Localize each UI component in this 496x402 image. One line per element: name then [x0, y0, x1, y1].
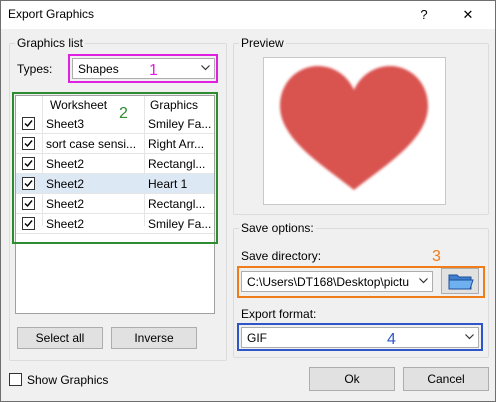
annotation-box-3	[237, 266, 485, 298]
preview-group-label: Preview	[239, 36, 286, 50]
annotation-number-4: 4	[387, 331, 396, 348]
ok-button[interactable]: Ok	[309, 367, 395, 391]
dialog-title: Export Graphics	[8, 7, 95, 21]
types-label: Types:	[17, 62, 53, 76]
graphics-list-group-label: Graphics list	[15, 36, 86, 50]
show-graphics-label: Show Graphics	[27, 373, 109, 387]
show-graphics-checkbox[interactable]	[9, 373, 22, 386]
annotation-number-3: 3	[432, 248, 441, 265]
close-button[interactable]: ✕	[453, 4, 483, 26]
annotation-number-2: 2	[119, 105, 128, 122]
save-options-group-label: Save options:	[239, 221, 316, 235]
heart-shape-preview	[280, 66, 428, 190]
help-button[interactable]: ?	[409, 4, 439, 26]
annotation-box-4	[237, 323, 483, 351]
preview-image-frame	[263, 57, 446, 205]
annotation-box-1	[68, 54, 218, 83]
save-directory-label: Save directory:	[241, 249, 322, 263]
cancel-button[interactable]: Cancel	[403, 367, 489, 391]
annotation-number-1: 1	[149, 62, 158, 79]
select-all-button[interactable]: Select all	[17, 327, 103, 349]
export-graphics-dialog: Export Graphics ? ✕ Graphics list Types:…	[0, 0, 496, 402]
export-format-label: Export format:	[241, 307, 317, 321]
inverse-button[interactable]: Inverse	[111, 327, 197, 349]
annotation-box-2	[12, 92, 218, 244]
title-bar: Export Graphics ? ✕	[1, 1, 495, 29]
